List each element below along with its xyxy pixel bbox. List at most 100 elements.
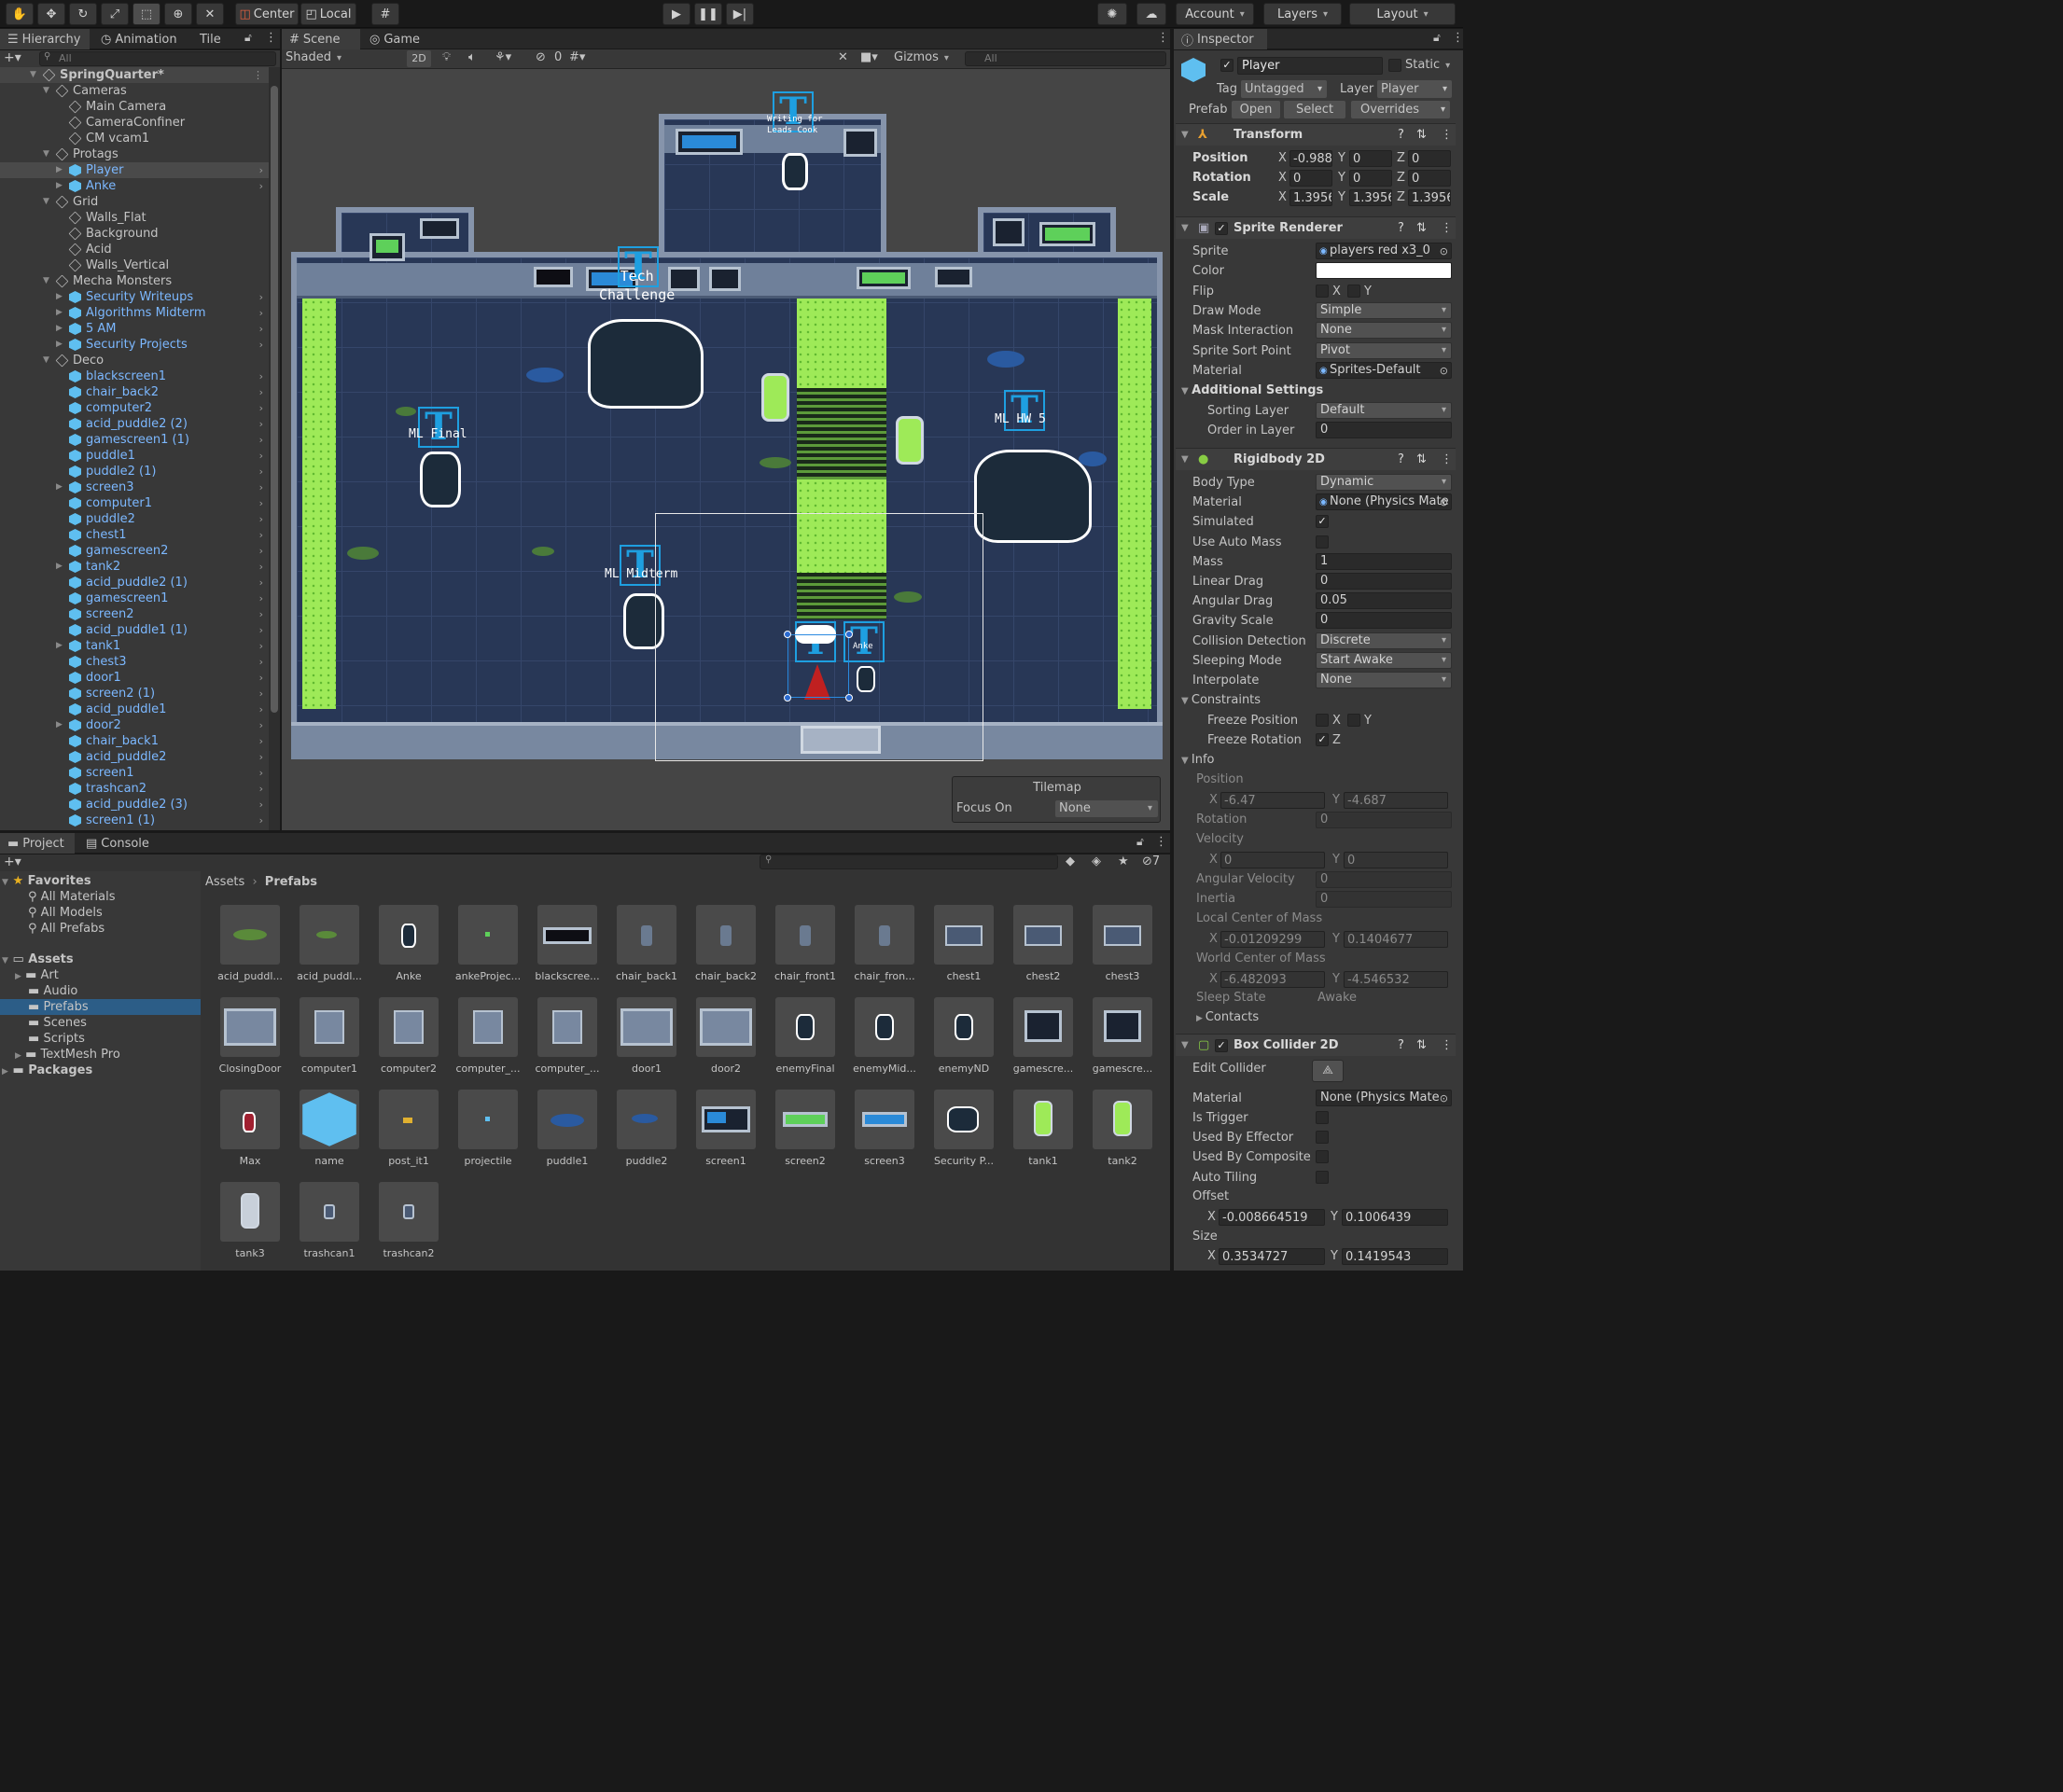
asset-item[interactable]: chest3	[1085, 905, 1160, 991]
open-prefab-chevron-icon[interactable]: ›	[259, 686, 263, 702]
sprite-renderer-header[interactable]: ▼ ▣ ✓ Sprite Renderer? ⇅ ⋮	[1176, 216, 1456, 239]
hierarchy-row[interactable]: ▶ Player ›	[0, 162, 269, 178]
open-prefab-chevron-icon[interactable]: ›	[259, 162, 263, 178]
lighting-icon[interactable]: 💡︎	[442, 50, 451, 64]
rotation-y-field[interactable]: Y0	[1338, 170, 1394, 187]
additional-settings-foldout[interactable]: ▼ Additional Settings	[1181, 383, 1323, 397]
account-dropdown[interactable]: Account	[1176, 3, 1254, 25]
foldout-expanded-icon[interactable]: ▼	[43, 273, 49, 289]
rigidbody-interpolate-dropdown[interactable]: None	[1316, 672, 1452, 688]
sorting-layer-dropdown[interactable]: Default	[1316, 402, 1452, 419]
favorite-item-models[interactable]: ⚲ All Models	[28, 905, 103, 921]
contacts-foldout[interactable]: ▶ Contacts	[1196, 1010, 1259, 1024]
folder-scenes[interactable]: ▬ Scenes	[28, 1015, 87, 1031]
tab-project[interactable]: ▬ Project	[0, 833, 75, 854]
hierarchy-row[interactable]: acid_puddle1 ›	[0, 702, 269, 717]
hierarchy-scrollbar[interactable]	[269, 67, 280, 830]
asset-item[interactable]: gamescre...	[1006, 997, 1080, 1083]
flip-x-checkbox[interactable]	[1316, 284, 1329, 298]
rigidbody-sleeping-mode-dropdown[interactable]: Start Awake	[1316, 651, 1452, 669]
hierarchy-row[interactable]: ▼ Cameras	[0, 83, 269, 99]
help-icon[interactable]: ?	[1398, 449, 1404, 471]
freeze-rotation-z-checkbox[interactable]: ✓	[1316, 733, 1329, 746]
custom-tool-button[interactable]: ✕	[196, 3, 224, 25]
scale-x-value[interactable]: 1.3956	[1289, 189, 1332, 206]
open-prefab-chevron-icon[interactable]: ›	[259, 559, 263, 575]
asset-item[interactable]: Security P...	[927, 1090, 1001, 1175]
hierarchy-row[interactable]: ▶ tank1 ›	[0, 638, 269, 654]
rigidbody-linear-drag-field[interactable]: 0	[1316, 573, 1452, 590]
hierarchy-row[interactable]: ▶ door2 ›	[0, 717, 269, 733]
open-prefab-chevron-icon[interactable]: ›	[259, 479, 263, 495]
asset-item[interactable]: screen1	[689, 1090, 763, 1175]
rotate-tool-button[interactable]: ↻	[69, 3, 97, 25]
hierarchy-row[interactable]: computer1 ›	[0, 495, 269, 511]
pivot-space-button[interactable]: ◰ Local	[300, 3, 356, 25]
static-dropdown[interactable]: Static	[1405, 58, 1450, 72]
asset-item[interactable]: computer_...	[451, 997, 525, 1083]
open-prefab-chevron-icon[interactable]: ›	[259, 527, 263, 543]
create-asset-button[interactable]: +▾	[4, 854, 21, 869]
foldout-collapsed-icon[interactable]: ▶	[56, 559, 63, 575]
hierarchy-row[interactable]: ▼ Mecha Monsters	[0, 273, 269, 289]
open-prefab-chevron-icon[interactable]: ›	[259, 432, 263, 448]
rotation-y-value[interactable]: 0	[1349, 170, 1392, 187]
assets-folder[interactable]: ▼ ▭ Assets	[2, 952, 74, 967]
favorite-item-prefabs[interactable]: ⚲ All Prefabs	[28, 921, 105, 937]
project-search-input[interactable]	[760, 854, 1058, 869]
gizmos-dropdown[interactable]: Gizmos	[894, 50, 949, 64]
open-prefab-chevron-icon[interactable]: ›	[259, 511, 263, 527]
asset-item[interactable]: chair_back1	[609, 905, 684, 991]
add-object-button[interactable]: +▾	[4, 50, 21, 65]
filter-label-icon[interactable]: ◈	[1092, 854, 1101, 868]
hierarchy-row[interactable]: ▶ Anke ›	[0, 178, 269, 194]
filter-type-icon[interactable]: ◆	[1066, 854, 1075, 868]
asset-item[interactable]: screen3	[847, 1090, 922, 1175]
asset-item[interactable]: gamescre...	[1085, 997, 1160, 1083]
hierarchy-row[interactable]: acid_puddle2 (1) ›	[0, 575, 269, 590]
hierarchy-row[interactable]: Background	[0, 226, 269, 242]
layers-dropdown[interactable]: Layers	[1263, 3, 1342, 25]
toggle-2d-button[interactable]: 2D	[407, 50, 431, 67]
open-prefab-chevron-icon[interactable]: ›	[259, 416, 263, 432]
open-prefab-chevron-icon[interactable]: ›	[259, 464, 263, 479]
asset-item[interactable]: trashcan1	[292, 1182, 367, 1268]
help-icon[interactable]: ?	[1398, 124, 1404, 146]
hierarchy-row[interactable]: ▶ screen3 ›	[0, 479, 269, 495]
scene-tools-icon[interactable]: ✕	[838, 50, 848, 64]
rigidbody-material-field[interactable]: None (Physics Mate	[1316, 493, 1452, 511]
hierarchy-row[interactable]: ▶ 5 AM ›	[0, 321, 269, 337]
open-prefab-chevron-icon[interactable]: ›	[259, 575, 263, 590]
prefab-select-button[interactable]: Select	[1284, 101, 1345, 118]
tab-hierarchy[interactable]: ☰ Hierarchy	[0, 29, 90, 49]
folder-scripts[interactable]: ▬ Scripts	[28, 1031, 85, 1047]
hierarchy-row[interactable]: acid_puddle1 (1) ›	[0, 622, 269, 638]
rigidbody-use-auto-mass-checkbox[interactable]	[1316, 535, 1329, 549]
scale-tool-button[interactable]: ⤢	[101, 3, 129, 25]
foldout-collapsed-icon[interactable]: ▶	[56, 289, 63, 305]
open-prefab-chevron-icon[interactable]: ›	[259, 178, 263, 194]
transform-tool-button[interactable]: ⊕	[164, 3, 192, 25]
asset-item[interactable]: chair_fron...	[847, 905, 922, 991]
hierarchy-row[interactable]: Main Camera	[0, 99, 269, 115]
asset-item[interactable]: door2	[689, 997, 763, 1083]
foldout-collapsed-icon[interactable]: ▶	[56, 178, 63, 194]
tab-tile[interactable]: Tile	[192, 29, 239, 49]
hierarchy-row[interactable]: acid_puddle2 (3) ›	[0, 797, 269, 813]
asset-item[interactable]: computer1	[292, 997, 367, 1083]
open-prefab-chevron-icon[interactable]: ›	[259, 749, 263, 765]
rigidbody-simulated-checkbox[interactable]: ✓	[1316, 515, 1329, 529]
open-prefab-chevron-icon[interactable]: ›	[259, 654, 263, 670]
sprite-renderer-sprite-field[interactable]: players red x3_0	[1316, 243, 1452, 259]
asset-item[interactable]: enemyFinal	[768, 997, 843, 1083]
hierarchy-scroll-thumb[interactable]	[271, 86, 278, 713]
tab-inspector[interactable]: ⓘ Inspector	[1174, 29, 1267, 49]
asset-item[interactable]: trashcan2	[371, 1182, 446, 1268]
scene-menu-icon[interactable]: ⋮	[1157, 31, 1169, 45]
hierarchy-row[interactable]: gamescreen1 ›	[0, 590, 269, 606]
hierarchy-row[interactable]: door1 ›	[0, 670, 269, 686]
asset-item[interactable]: ankeProjec...	[451, 905, 525, 991]
hierarchy-row[interactable]: trashcan2 ›	[0, 781, 269, 797]
prefab-overrides-dropdown[interactable]: Overrides ▾	[1351, 101, 1450, 118]
rigidbody-body-type-dropdown[interactable]: Dynamic	[1316, 474, 1452, 491]
